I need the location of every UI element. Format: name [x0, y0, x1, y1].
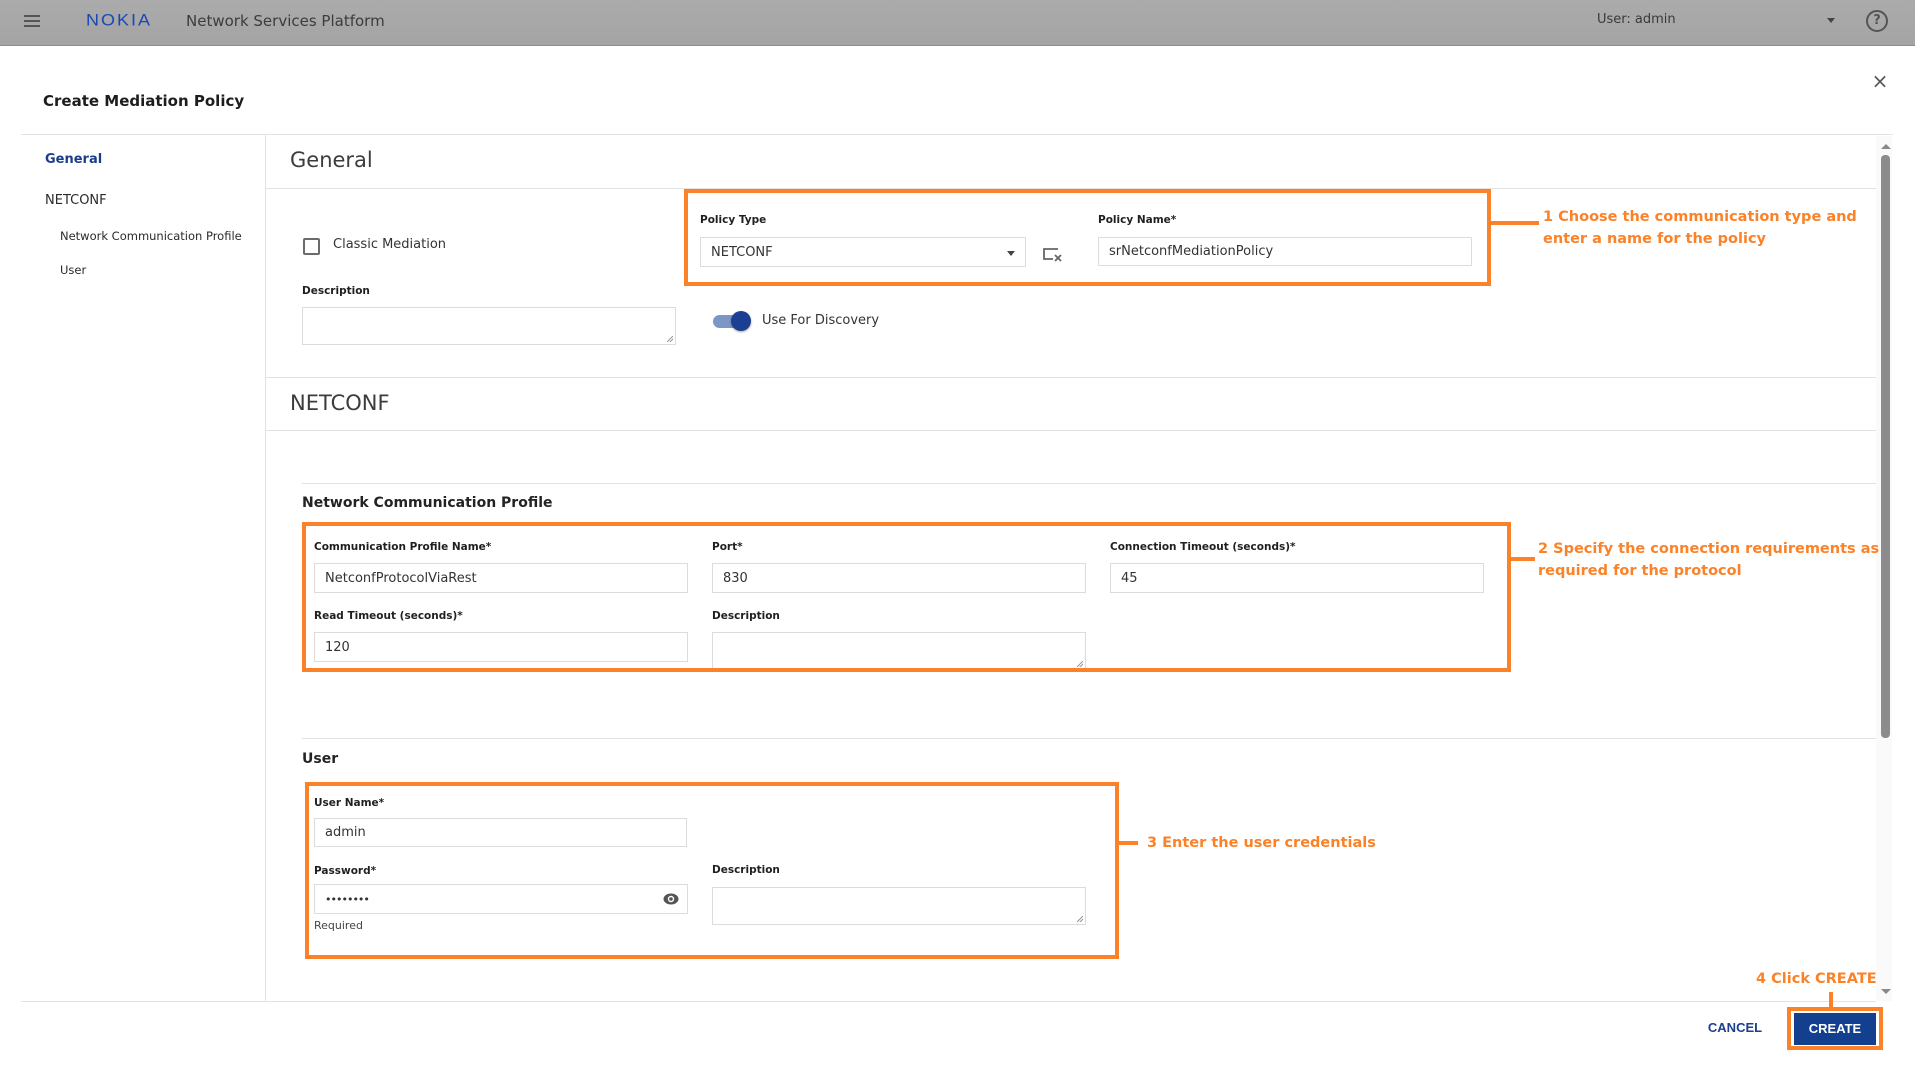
section-heading-general: General — [290, 148, 373, 172]
classic-mediation-label: Classic Mediation — [333, 237, 447, 252]
ncp-top-divider — [302, 483, 1876, 484]
nokia-logo: NOKIA — [86, 11, 153, 30]
toggle-knob — [731, 311, 751, 331]
hamburger-menu-icon[interactable] — [22, 12, 44, 32]
policy-type-select[interactable]: NETCONF — [700, 237, 1026, 267]
password-label: Password* — [314, 865, 377, 877]
policy-type-label: Policy Type — [700, 214, 767, 226]
section-heading-netconf: NETCONF — [290, 391, 390, 415]
connection-timeout-label: Connection Timeout (seconds)* — [1110, 541, 1296, 553]
policy-name-label: Policy Name* — [1098, 214, 1177, 226]
classic-mediation-checkbox[interactable] — [303, 238, 320, 255]
password-value: •••••••• — [325, 892, 370, 906]
read-timeout-label: Read Timeout (seconds)* — [314, 610, 463, 622]
help-icon[interactable]: ? — [1866, 10, 1888, 32]
general-section-bottom-divider — [266, 377, 1876, 378]
port-input[interactable]: 830 — [712, 563, 1086, 593]
annotation-step2-line2: required for the protocol — [1538, 563, 1742, 579]
password-input[interactable]: •••••••• — [314, 884, 688, 914]
user-name-label: User Name* — [314, 797, 385, 809]
ncp-description-textarea[interactable] — [712, 632, 1086, 670]
general-description-label: Description — [302, 285, 370, 297]
annotation-connector-step1 — [1490, 221, 1539, 225]
annotation-step1-line1: 1 Choose the communication type and — [1543, 209, 1857, 225]
port-label: Port* — [712, 541, 743, 553]
connection-timeout-input[interactable]: 45 — [1110, 563, 1484, 593]
dialog-header-divider — [21, 134, 1893, 135]
user-name-input[interactable]: admin — [314, 818, 687, 847]
user-menu-label[interactable]: User: admin — [1597, 12, 1676, 27]
dialog-title: Create Mediation Policy — [43, 92, 245, 110]
use-for-discovery-toggle[interactable] — [713, 311, 751, 331]
content-scrollbar-thumb[interactable] — [1881, 155, 1890, 738]
nav-item-netconf[interactable]: NETCONF — [45, 193, 107, 208]
nav-item-user[interactable]: User — [60, 263, 86, 277]
user-name-value: admin — [325, 825, 366, 840]
profile-name-value: NetconfProtocolViaRest — [325, 570, 477, 586]
cancel-button[interactable]: CANCEL — [1700, 1016, 1770, 1040]
show-password-eye-icon[interactable] — [663, 892, 679, 906]
general-description-textarea[interactable] — [302, 307, 676, 345]
app-title: Network Services Platform — [186, 12, 385, 30]
ncp-description-label: Description — [712, 610, 780, 622]
user-menu-caret-icon[interactable] — [1827, 18, 1835, 23]
user-description-textarea[interactable] — [712, 887, 1086, 925]
connection-timeout-value: 45 — [1121, 570, 1138, 586]
use-for-discovery-label: Use For Discovery — [762, 313, 880, 328]
policy-name-input[interactable]: srNetconfMediationPolicy — [1098, 237, 1472, 266]
annotation-step4: 4 Click CREATE — [1756, 971, 1877, 987]
netconf-heading-divider — [266, 430, 1876, 431]
annotation-step2: 2 Specify the connection requirements as… — [1538, 538, 1879, 582]
scroll-up-arrow-icon[interactable] — [1881, 144, 1891, 149]
annotation-step2-line1: 2 Specify the connection requirements as — [1538, 541, 1880, 557]
create-button[interactable]: CREATE — [1794, 1013, 1876, 1045]
password-hint: Required — [314, 919, 363, 932]
clear-selection-icon[interactable] — [1041, 245, 1065, 263]
read-timeout-input[interactable]: 120 — [314, 632, 688, 662]
annotation-step1: 1 Choose the communication type and ente… — [1543, 206, 1857, 250]
chevron-down-icon — [1007, 251, 1015, 256]
close-icon[interactable]: × — [1870, 70, 1890, 92]
profile-name-label: Communication Profile Name* — [314, 541, 492, 553]
nav-item-network-communication-profile[interactable]: Network Communication Profile — [60, 229, 242, 243]
policy-name-value: srNetconfMediationPolicy — [1109, 244, 1274, 259]
read-timeout-value: 120 — [325, 639, 350, 655]
policy-type-value: NETCONF — [711, 244, 773, 260]
scroll-down-arrow-icon[interactable] — [1881, 989, 1891, 994]
annotation-step1-line2: enter a name for the policy — [1543, 231, 1766, 247]
user-top-divider — [302, 738, 1876, 739]
user-description-label: Description — [712, 864, 780, 876]
annotation-connector-step4 — [1829, 992, 1833, 1010]
ncp-heading: Network Communication Profile — [302, 495, 553, 511]
general-heading-divider — [266, 188, 1876, 189]
nav-divider — [265, 135, 266, 1001]
annotation-step3: 3 Enter the user credentials — [1147, 835, 1376, 851]
user-heading: User — [302, 751, 339, 767]
top-header-bar: NOKIA Network Services Platform User: ad… — [0, 0, 1915, 46]
profile-name-input[interactable]: NetconfProtocolViaRest — [314, 563, 688, 593]
annotation-connector-step3 — [1118, 841, 1138, 845]
footer-divider — [21, 1001, 1876, 1002]
annotation-connector-step2 — [1510, 557, 1535, 561]
port-value: 830 — [723, 570, 748, 586]
nav-item-general[interactable]: General — [45, 152, 102, 167]
